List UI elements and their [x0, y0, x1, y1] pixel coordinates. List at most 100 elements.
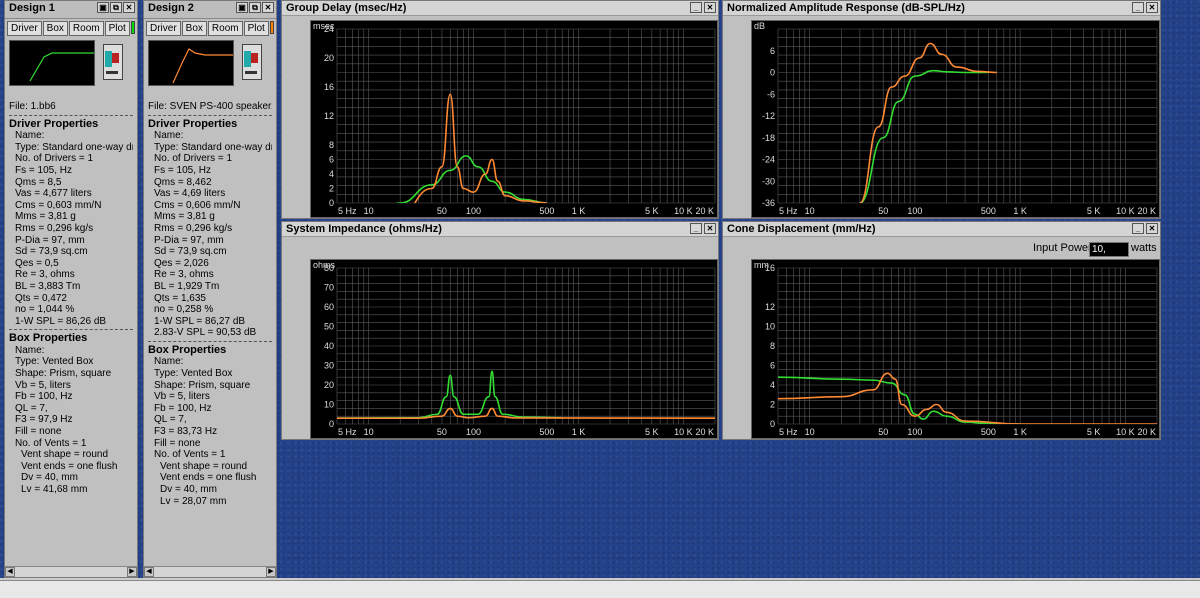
design-title-bar: Design 2 ▣ ⧉ ✕ [144, 1, 276, 19]
panel-title: System Impedance (ohms/Hz) [286, 223, 442, 235]
close-icon[interactable]: ✕ [704, 223, 716, 234]
tab-box[interactable]: Box [181, 21, 207, 36]
panel-title: Normalized Amplitude Response (dB-SPL/Hz… [727, 2, 965, 14]
close-icon[interactable]: ✕ [123, 2, 135, 13]
x-tick-label: 10 [805, 427, 815, 437]
scroll-left-icon[interactable]: ◀ [5, 567, 15, 577]
y-tick-label: 12 [765, 302, 775, 312]
design-title: Design 1 [9, 2, 55, 14]
driver-property: Cms = 0,606 mm/N [154, 199, 241, 211]
tab-room[interactable]: Room [207, 21, 243, 36]
save-icon[interactable]: ▣ [236, 2, 248, 13]
horizontal-scrollbar[interactable]: ◀ ▶ [144, 566, 276, 577]
box-property: QL = 7, [15, 402, 48, 414]
speaker-icon [103, 44, 123, 80]
properties-list: File: 1.bb6 Driver Properties Name: Type: S… [9, 101, 133, 496]
driver-property: BL = 3,883 Tm [15, 280, 81, 292]
box-property: Name: [154, 356, 184, 368]
scroll-right-icon[interactable]: ▶ [127, 567, 137, 577]
driver-property: Re = 3, ohms [15, 269, 75, 281]
driver-property: Qes = 2,026 [154, 257, 209, 269]
box-property: Fill = none [15, 426, 62, 438]
restore-icon[interactable]: ⧉ [110, 2, 122, 13]
y-tick-label: 6 [770, 361, 775, 371]
tab-box[interactable]: Box [42, 21, 68, 36]
tab-driver[interactable]: Driver [7, 21, 42, 36]
x-tick-label: 5 Hz [779, 427, 798, 437]
tab-room[interactable]: Room [68, 21, 104, 36]
x-tick-label: 500 [981, 427, 996, 437]
properties-list: File: SVEN PS-400 speaker.bb6 Driver Prop… [148, 101, 272, 507]
box-property: Shape: Prism, square [15, 368, 112, 380]
x-tick-label: 10 K [674, 206, 693, 216]
horizontal-scrollbar[interactable]: ◀ ▶ [5, 566, 137, 577]
box-property: Dv = 40, mm [160, 484, 217, 495]
box-property: Fill = none [154, 437, 201, 449]
y-tick-label: 50 [324, 322, 334, 332]
x-tick-label: 500 [981, 206, 996, 216]
scroll-left-icon[interactable]: ◀ [144, 567, 154, 577]
y-tick-label: 20 [324, 380, 334, 390]
x-tick-label: 50 [437, 206, 447, 216]
y-tick-label: 20 [324, 53, 334, 63]
x-tick-label: 1 K [572, 427, 586, 437]
driver-property: Qts = 1,635 [154, 292, 206, 304]
x-tick-label: 10 [364, 427, 374, 437]
input-power-field[interactable]: 10, [1089, 242, 1129, 257]
box-property: Vent ends = one flush [160, 472, 257, 484]
close-icon[interactable]: ✕ [262, 2, 274, 13]
y-tick-label: 4 [329, 169, 334, 179]
y-tick-label: 10 [324, 400, 334, 410]
tab-plot[interactable]: Plot [104, 21, 130, 36]
x-tick-label: 10 [805, 206, 815, 216]
y-tick-label: 2 [329, 184, 334, 194]
driver-property: Vas = 4,677 liters [15, 188, 92, 200]
box-property: Type: Vented Box [154, 368, 233, 380]
color-swatch[interactable] [130, 21, 135, 34]
y-tick-label: -30 [762, 176, 775, 186]
input-power-label: Input Power: [1033, 242, 1095, 254]
driver-property: Name: [154, 130, 184, 142]
driver-property: P-Dia = 97, mm [15, 234, 85, 246]
close-icon[interactable]: ✕ [1146, 2, 1158, 13]
driver-property: Rms = 0,296 kg/s [154, 222, 233, 234]
x-tick-label: 100 [466, 206, 481, 216]
driver-property: Qms = 8,462 [154, 176, 212, 188]
box-property: Lv = 41,68 mm [21, 484, 88, 495]
driver-property: Sd = 73,9 sq.cm [15, 246, 88, 258]
tab-driver[interactable]: Driver [146, 21, 181, 36]
minimize-icon[interactable]: _ [1132, 2, 1144, 13]
x-tick-label: 10 K [1116, 206, 1135, 216]
y-tick-label: 16 [324, 82, 334, 92]
save-icon[interactable]: ▣ [97, 2, 109, 13]
series-line-1 [337, 370, 563, 419]
driver-property: P-Dia = 97, mm [154, 234, 224, 246]
color-swatch[interactable] [269, 21, 274, 34]
x-tick-label: 20 K [1137, 206, 1156, 216]
y-tick-label: -18 [762, 133, 775, 143]
tab-plot[interactable]: Plot [243, 21, 269, 36]
minimize-icon[interactable]: _ [690, 2, 702, 13]
box-property: Shape: Prism, square [154, 379, 251, 391]
close-icon[interactable]: ✕ [704, 2, 716, 13]
x-tick-label: 5 K [645, 206, 659, 216]
driver-property: no = 0,258 % [154, 304, 214, 316]
driver-property: No. of Drivers = 1 [154, 153, 233, 165]
design-tabs: Driver Box Room Plot [5, 19, 137, 38]
box-property: Vent shape = round [160, 460, 248, 472]
restore-icon[interactable]: ⧉ [249, 2, 261, 13]
design-panel-2: Design 2 ▣ ⧉ ✕ Driver Box Room Plot File… [143, 0, 277, 578]
minimize-icon[interactable]: _ [690, 223, 702, 234]
box-property: No. of Vents = 1 [154, 449, 226, 461]
y-axis-label: ohms [313, 260, 336, 270]
group-delay-chart: 0 2 4 6 8 12 16 20 24 msec 5 Hz 10 50 100 500 1 K5 K 10 … [310, 20, 718, 218]
y-tick-label: 6 [329, 155, 334, 165]
scroll-right-icon[interactable]: ▶ [266, 567, 276, 577]
x-tick-label: 5 K [645, 427, 659, 437]
close-icon[interactable]: ✕ [1146, 223, 1158, 234]
x-tick-label: 50 [878, 206, 888, 216]
response-thumbnail [9, 40, 95, 86]
y-tick-label: 6 [770, 46, 775, 56]
y-tick-label: 8 [770, 341, 775, 351]
minimize-icon[interactable]: _ [1132, 223, 1144, 234]
